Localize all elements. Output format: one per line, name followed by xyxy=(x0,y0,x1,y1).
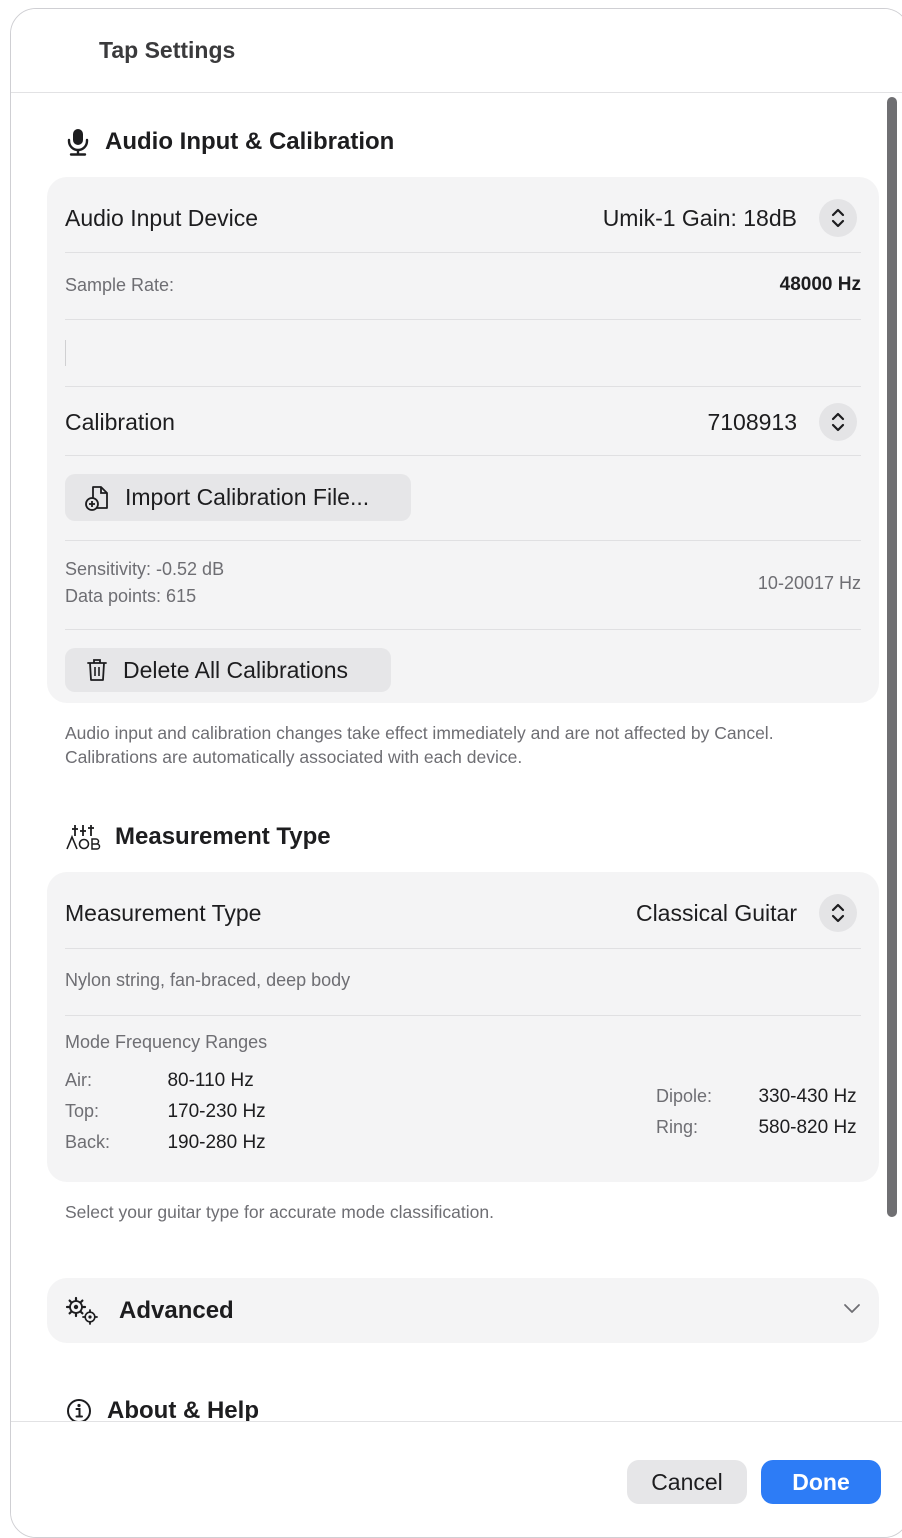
audio-section-header: Audio Input & Calibration xyxy=(65,127,394,157)
delete-calibrations-button[interactable]: Delete All Calibrations xyxy=(65,648,391,692)
mode-ranges: Mode Frequency Ranges Air: 80-110 Hz Top… xyxy=(65,1032,861,1172)
footer-bar: Cancel Done xyxy=(11,1421,902,1537)
empty-row xyxy=(65,332,861,372)
mode-ranges-title: Mode Frequency Ranges xyxy=(65,1032,268,1052)
range-name: Air: xyxy=(65,1070,92,1090)
window-title: Tap Settings xyxy=(99,37,236,63)
vertical-scrollbar[interactable] xyxy=(887,97,899,1419)
divider xyxy=(65,386,861,387)
import-calibration-button[interactable]: Import Calibration File... xyxy=(65,474,411,521)
done-button[interactable]: Done xyxy=(761,1460,881,1504)
chevron-down-icon xyxy=(843,1302,861,1314)
range-item-back: Back: 190-280 Hz xyxy=(65,1132,266,1154)
range-value: 170-230 Hz xyxy=(167,1101,266,1122)
divider xyxy=(65,540,861,541)
range-name: Back: xyxy=(65,1132,111,1152)
measurement-description-row: Nylon string, fan-braced, deep body xyxy=(65,960,861,1000)
divider xyxy=(65,1015,861,1016)
range-item-air: Air: 80-110 Hz xyxy=(65,1070,254,1092)
range-item-ring: Ring: 580-820 Hz xyxy=(656,1117,857,1139)
measurement-card: Measurement Type Classical Guitar Nylon … xyxy=(47,872,879,1182)
calibration-stepper[interactable] xyxy=(819,403,857,441)
scrollbar-thumb[interactable] xyxy=(887,97,897,1217)
audio-section-title: Audio Input & Calibration xyxy=(105,128,395,155)
trash-icon xyxy=(85,657,109,683)
chevron-up-down-icon xyxy=(831,208,845,228)
audio-device-label: Audio Input Device xyxy=(65,205,259,231)
divider xyxy=(65,629,861,630)
range-item-dipole: Dipole: 330-430 Hz xyxy=(656,1086,857,1108)
range-value: 190-280 Hz xyxy=(167,1132,266,1153)
sample-rate-label: Sample Rate: xyxy=(65,275,175,295)
chevron-up-down-icon xyxy=(831,903,845,923)
range-name: Dipole: xyxy=(656,1086,713,1106)
audio-device-stepper[interactable] xyxy=(819,199,857,237)
divider xyxy=(65,252,861,253)
divider xyxy=(65,948,861,949)
document-add-icon xyxy=(85,484,111,512)
measurement-section-header: Measurement Type xyxy=(65,822,331,852)
range-name: Top: xyxy=(65,1101,100,1121)
chevron-up-down-icon xyxy=(831,412,845,432)
audio-footnote: Audio input and calibration changes take… xyxy=(65,723,774,767)
sample-rate-value: 48000 Hz xyxy=(779,274,861,295)
range-value: 330-430 Hz xyxy=(758,1086,857,1107)
calibration-row[interactable]: Calibration 7108913 xyxy=(65,399,861,445)
range-value: 80-110 Hz xyxy=(167,1070,254,1091)
delete-calibrations-label: Delete All Calibrations xyxy=(123,656,349,683)
microphone-icon xyxy=(65,127,91,157)
import-calibration-label: Import Calibration File... xyxy=(125,484,370,510)
measurement-section-title: Measurement Type xyxy=(115,823,331,850)
audio-device-row[interactable]: Audio Input Device Umik-1 Gain: 18dB xyxy=(65,195,861,241)
text-cursor xyxy=(65,340,66,366)
audio-card: Audio Input Device Umik-1 Gain: 18dB Sam… xyxy=(47,177,879,703)
measurement-type-value: Classical Guitar xyxy=(635,900,797,926)
tuning-fork-icon xyxy=(65,822,101,852)
calibration-value: 7108913 xyxy=(707,409,797,435)
audio-device-value: Umik-1 Gain: 18dB xyxy=(602,205,797,231)
advanced-title: Advanced xyxy=(119,1297,234,1324)
calibration-label: Calibration xyxy=(65,409,175,435)
measurement-footnote: Select your guitar type for accurate mod… xyxy=(65,1202,494,1222)
data-points-text: Data points: 615 xyxy=(65,586,197,606)
measurement-type-stepper[interactable] xyxy=(819,894,857,932)
advanced-disclosure[interactable]: Advanced xyxy=(47,1278,879,1343)
range-name: Ring: xyxy=(656,1117,699,1137)
settings-window: Tap Settings Audio Input & Calibration A… xyxy=(10,8,902,1538)
range-item-top: Top: 170-230 Hz xyxy=(65,1101,266,1123)
cancel-button[interactable]: Cancel xyxy=(627,1460,747,1504)
divider xyxy=(65,455,861,456)
sensitivity-text: Sensitivity: -0.52 dB xyxy=(65,559,225,579)
measurement-description: Nylon string, fan-braced, deep body xyxy=(65,970,351,990)
sample-rate-row: Sample Rate: 48000 Hz xyxy=(65,265,861,305)
calibration-info-row: Sensitivity: -0.52 dB Data points: 615 1… xyxy=(65,553,861,613)
title-bar: Tap Settings xyxy=(11,9,902,93)
range-value: 580-820 Hz xyxy=(758,1117,857,1138)
measurement-type-row[interactable]: Measurement Type Classical Guitar xyxy=(65,890,861,936)
divider xyxy=(65,319,861,320)
gears-icon xyxy=(65,1296,101,1326)
measurement-type-label: Measurement Type xyxy=(65,900,262,926)
frequency-range-text: 10-20017 Hz xyxy=(757,573,861,593)
